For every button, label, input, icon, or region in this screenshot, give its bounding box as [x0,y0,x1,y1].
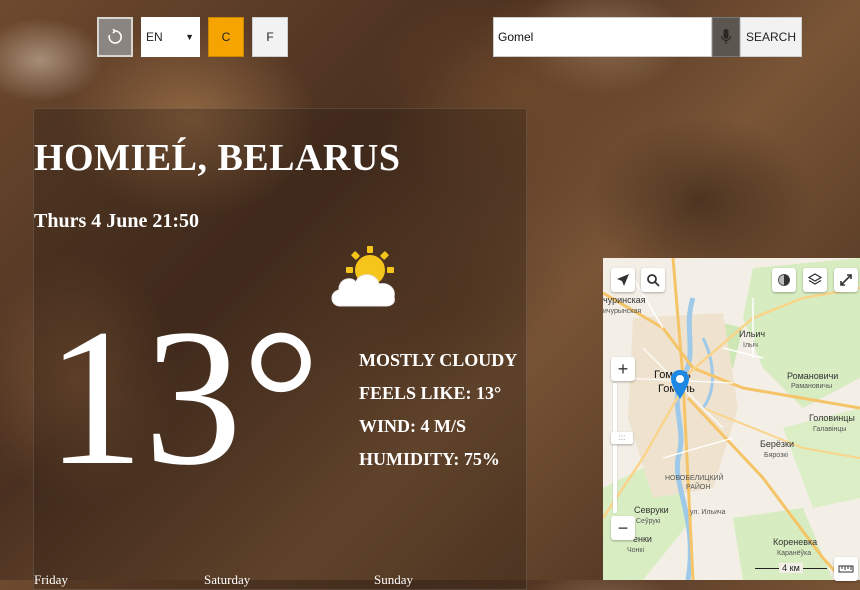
map-label: Берёзки [760,439,795,449]
traffic-toggle-button[interactable] [772,268,796,292]
search-input[interactable] [493,17,712,57]
language-select[interactable]: EN ▼ [141,17,200,57]
zoom-out-button[interactable]: − [611,516,635,540]
map-label: Бярозкі [764,452,788,459]
map-label: чуринская [603,295,646,305]
map-label: Сеўрукі [636,518,661,525]
ruler-icon [838,565,854,573]
condition-text: MOSTLY CLOUDY [359,350,518,370]
map-scale: 4 км [755,563,827,573]
map-search-button[interactable] [641,268,665,292]
zoom-slider-handle[interactable]: ::: [611,432,633,444]
map-label: ул. Ильича [690,509,726,516]
map-label: Чонкі [627,547,645,554]
map-label: Романовичи [787,371,839,381]
wind-text: WIND: 4 M/S [359,416,466,436]
temperature: 13° [46,289,321,506]
expand-icon [840,274,852,286]
contrast-icon [778,274,790,286]
search-button[interactable]: SEARCH [740,17,802,57]
weather-details: MOSTLY CLOUDY FEELS LIKE: 13° WIND: 4 M/… [359,344,517,476]
ruler-button[interactable] [834,557,858,581]
fullscreen-button[interactable] [834,268,858,292]
zoom-slider-track[interactable] [613,383,617,513]
map-label: РАЙОН [686,484,711,491]
map-layers-button[interactable] [803,268,827,292]
forecast-day-1: Friday [34,572,68,587]
forecast-day-2: Saturday [204,572,251,587]
map-label: Головинцы [809,413,855,423]
date-time: Thurs 4 June 21:50 [34,210,200,232]
fahrenheit-button[interactable]: F [252,17,288,57]
layers-icon [808,273,822,285]
chevron-down-icon: ▼ [185,32,194,42]
map-label: Кореневка [773,537,818,547]
forecast-day-3: Sunday [374,572,413,587]
humidity-text: HUMIDITY: 75% [359,449,500,469]
map-label: Севруки [634,505,669,515]
feels-like-text: FEELS LIKE: 13° [359,383,502,403]
map-label: Ільіч [743,342,758,349]
refresh-icon [108,28,122,44]
map-label: Галавінцы [813,426,847,433]
geolocate-button[interactable] [611,268,635,292]
map-label: ичурынская [603,308,642,315]
partly-cloudy-icon [331,246,395,307]
map-label: Ильич [739,329,766,339]
language-value: EN [146,30,163,44]
voice-search-button[interactable] [712,17,740,57]
location-marker-icon[interactable] [670,370,690,400]
location-title: HOMIEĹ, BELARUS [34,137,401,179]
search-icon [647,274,660,287]
map-label: Рамановичы [791,383,833,390]
celsius-button[interactable]: C [208,17,244,57]
microphone-icon [720,29,732,44]
navigation-arrow-icon [617,274,629,286]
map-label: Каранёўка [777,550,812,557]
scale-label: 4 км [779,563,803,573]
map-label: енки [633,534,652,544]
refresh-button[interactable] [97,17,133,57]
zoom-in-button[interactable]: + [611,357,635,381]
